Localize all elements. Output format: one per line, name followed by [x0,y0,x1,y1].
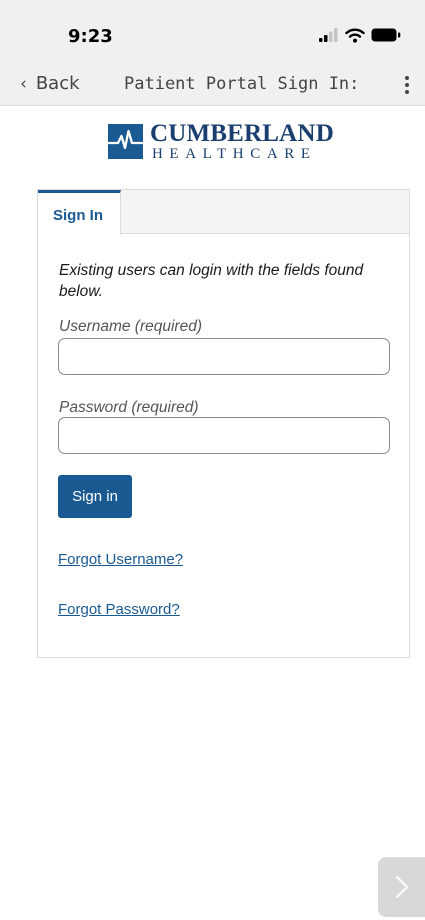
page-title: Patient Portal Sign In: [124,74,360,94]
nav-bar: ‹ Back Patient Portal Sign In: [0,64,425,106]
chevron-right-icon [396,876,408,898]
tab-sign-in[interactable]: Sign In [38,190,121,235]
tab-strip: Sign In [38,190,409,235]
status-time: 9:23 [68,26,113,47]
next-page-button[interactable] [378,857,425,917]
username-field[interactable] [58,338,390,375]
heartbeat-logo-icon [107,124,144,159]
status-icons [319,27,401,43]
wifi-icon [345,28,365,43]
brand-subtitle: HEALTHCARE [152,146,317,162]
back-button[interactable]: ‹ Back [20,73,80,94]
vertical-dots-icon[interactable] [401,74,413,96]
intro-text: Existing users can login with the fields… [59,262,364,300]
brand-logo: CUMBERLAND HEALTHCARE [107,120,340,167]
brand-name: CUMBERLAND [150,120,334,147]
chevron-left-icon: ‹ [20,73,27,94]
back-label: Back [35,73,80,94]
status-bar: 9:23 [0,0,425,64]
signal-icon [319,28,338,42]
forgot-password-link[interactable]: Forgot Password? [58,601,180,618]
sign-in-button[interactable]: Sign in [58,475,132,518]
battery-icon [371,28,401,42]
password-field[interactable] [58,417,390,454]
signin-card: Sign In Existing users can login with th… [37,189,410,658]
username-label: Username (required) [59,318,202,335]
forgot-username-link[interactable]: Forgot Username? [58,551,183,568]
password-label: Password (required) [59,399,199,416]
